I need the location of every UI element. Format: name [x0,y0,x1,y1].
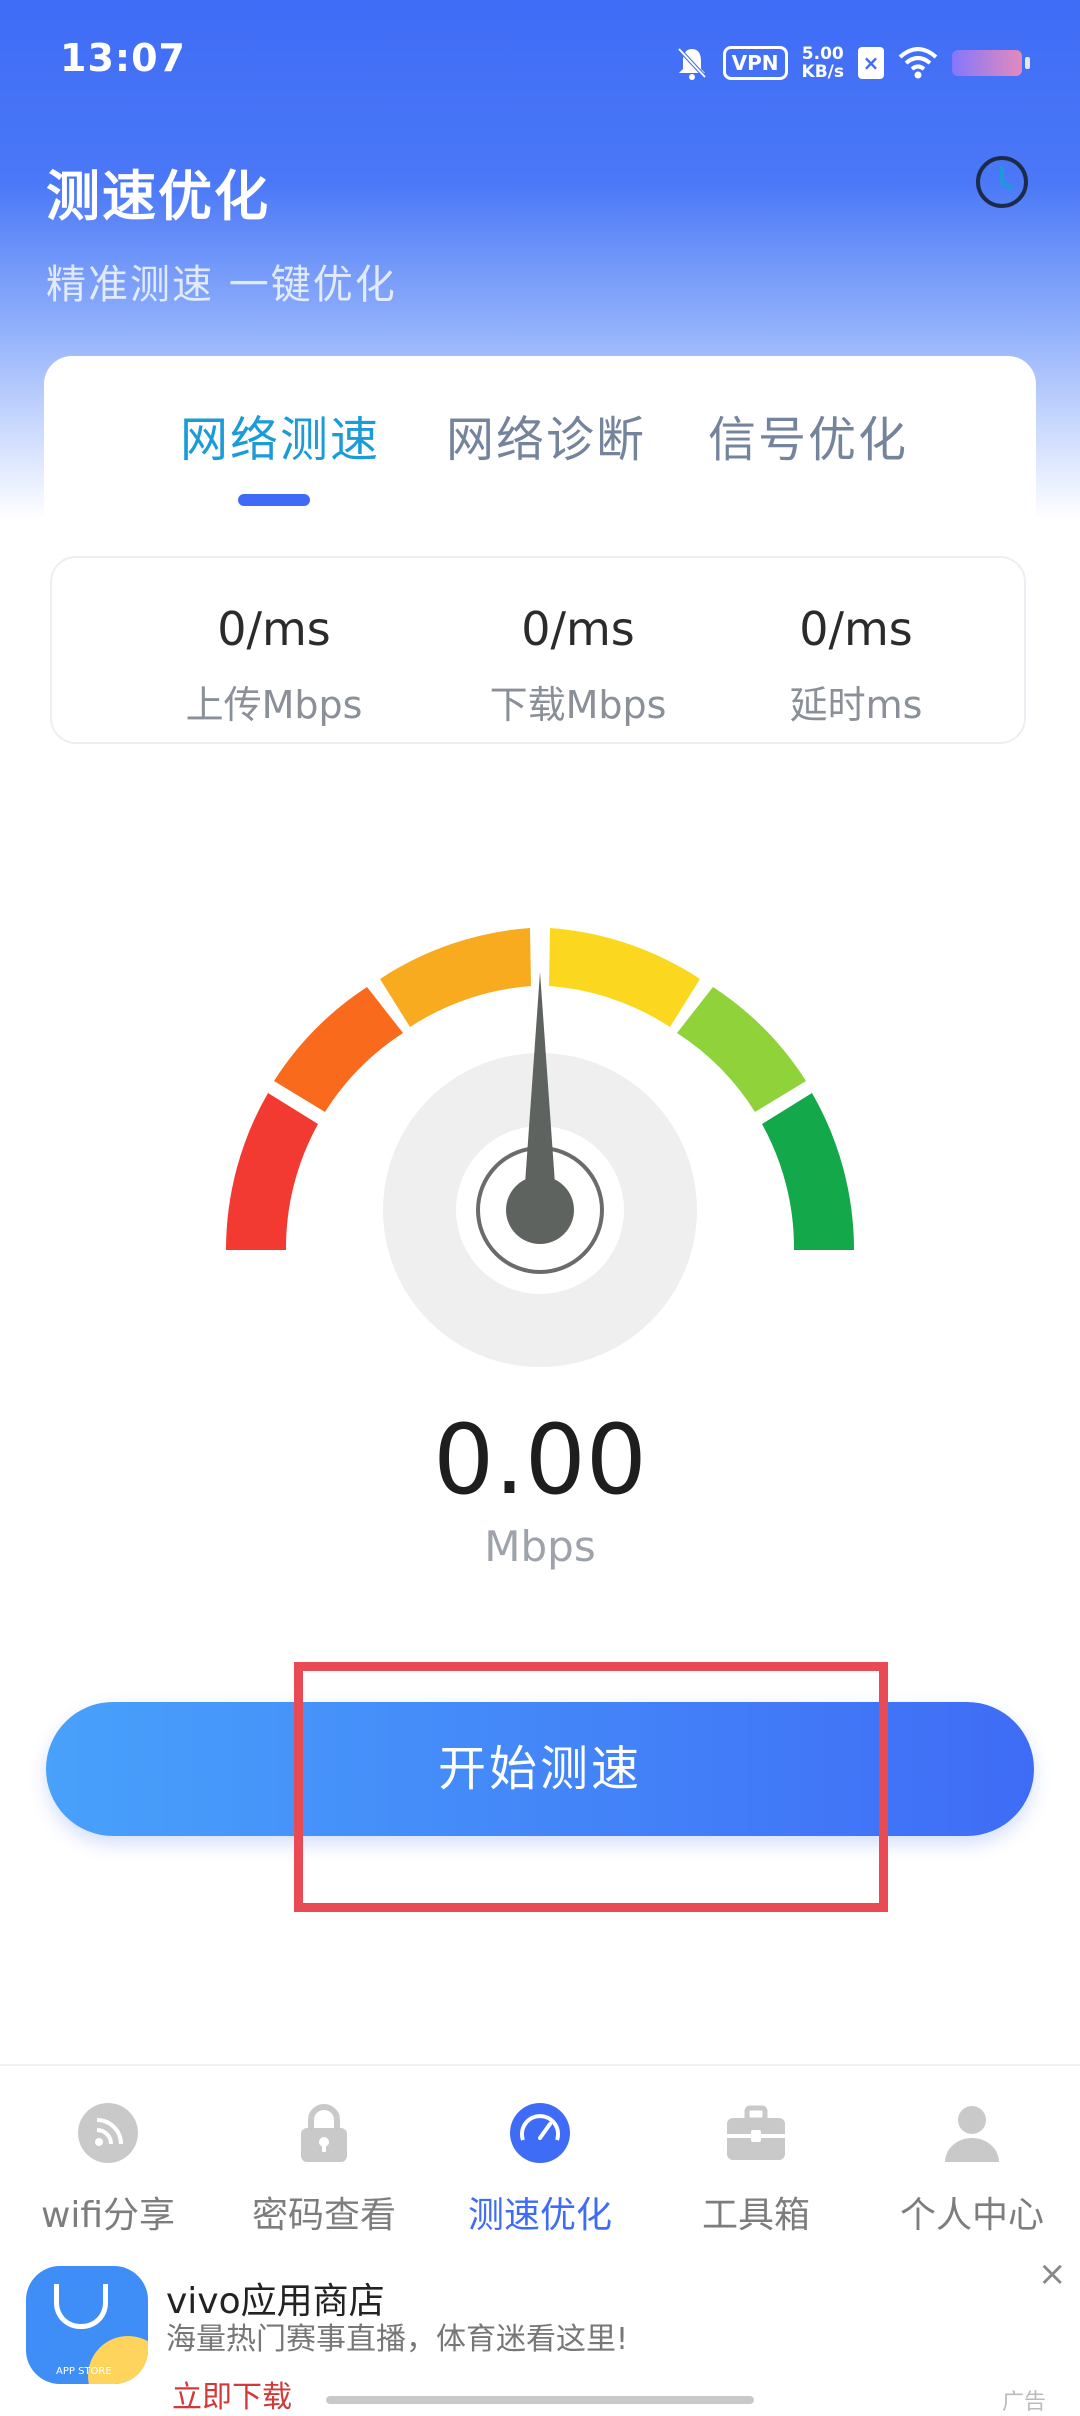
nav-wifi-share[interactable]: wifi分享 [0,2102,216,2238]
wifi-share-icon [78,2103,138,2163]
user-icon [945,2106,999,2162]
highlight-box [294,1662,888,1912]
nav-personal-center[interactable]: 个人中心 [864,2102,1080,2238]
nav-toolbox[interactable]: 工具箱 [648,2102,864,2238]
nav-personal-center-label: 个人中心 [899,2195,1044,2236]
ad-close-button[interactable]: × [1038,2254,1067,2294]
ad-download-link[interactable]: 立即下载 [172,2372,292,2416]
lock-icon [301,2104,347,2162]
gauge-segment-red [225,1093,318,1250]
ad-description: 海量热门赛事直播，体育迷看这里! [166,2322,629,2357]
bottom-nav: wifi分享 密码查看 测速优化 工具箱 个人中心 [0,2064,1080,2256]
gauge-segment-light-green [677,987,806,1112]
nav-speed-optimize-label: 测速优化 [467,2195,612,2236]
nav-password-view-label: 密码查看 [251,2195,396,2236]
nav-wifi-share-label: wifi分享 [40,2195,176,2236]
nav-password-view[interactable]: 密码查看 [216,2102,432,2238]
gauge-segment-orange-red [274,987,403,1112]
speed-gauge [225,928,854,1367]
home-indicator[interactable] [326,2396,754,2404]
app-store-logo-text: APP STORE [56,2366,112,2377]
gauge-segment-green [762,1093,854,1250]
nav-toolbox-label: 工具箱 [701,2195,810,2236]
gauge-segment-orange [380,928,531,1027]
speedometer-icon [510,2103,570,2163]
speed-value: 0.00 [433,1404,647,1516]
speed-unit: Mbps [484,1522,596,1571]
ad-tag: 广告 [1002,2390,1047,2415]
toolbox-icon [727,2105,785,2160]
gauge-segment-yellow [549,928,700,1027]
nav-speed-optimize[interactable]: 测速优化 [432,2102,648,2238]
gauge-needle-hub [506,1176,574,1244]
app-store-logo: APP STORE [26,2266,148,2384]
app-store-bag-icon [54,2284,108,2329]
ad-banner[interactable]: APP STORE vivo应用商店 海量热门赛事直播，体育迷看这里! 立即下载 [0,2256,1080,2415]
